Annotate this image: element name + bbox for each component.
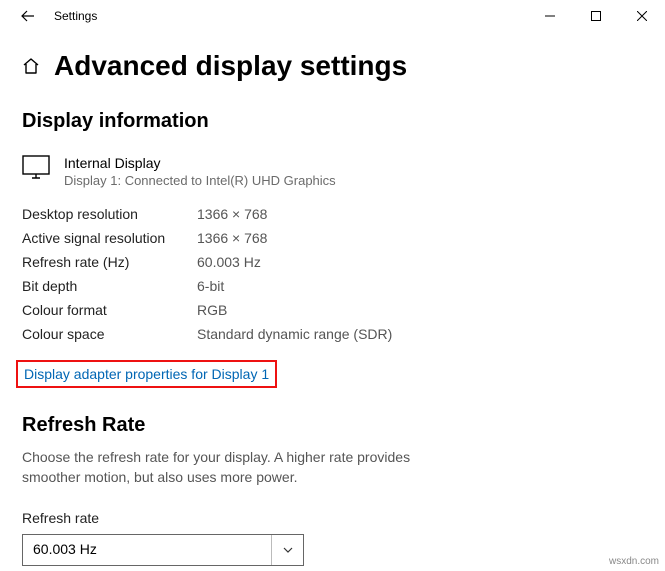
close-icon (637, 11, 647, 21)
refresh-rate-heading: Refresh Rate (22, 414, 643, 437)
desktop-resolution-label: Desktop resolution (22, 206, 197, 222)
active-resolution-value: 1366 × 768 (197, 230, 643, 246)
maximize-button[interactable] (573, 0, 619, 32)
adapter-link-highlight: Display adapter properties for Display 1 (16, 360, 277, 388)
page-title: Advanced display settings (54, 50, 407, 82)
active-resolution-label: Active signal resolution (22, 230, 197, 246)
refresh-rate-section: Refresh Rate Choose the refresh rate for… (22, 414, 643, 566)
display-name: Internal Display (64, 155, 336, 171)
colour-space-label: Colour space (22, 326, 197, 342)
close-button[interactable] (619, 0, 665, 32)
display-info-heading: Display information (22, 110, 643, 133)
content-area: Advanced display settings Display inform… (0, 32, 665, 566)
colour-space-value: Standard dynamic range (SDR) (197, 326, 643, 342)
watermark: wsxdn.com (609, 556, 659, 567)
window-title: Settings (48, 9, 527, 23)
minimize-icon (545, 11, 555, 21)
page-header: Advanced display settings (22, 50, 643, 82)
refresh-rate-selected: 60.003 Hz (23, 535, 271, 565)
refresh-rate-value: 60.003 Hz (197, 254, 643, 270)
display-connection: Display 1: Connected to Intel(R) UHD Gra… (64, 173, 336, 188)
refresh-rate-description: Choose the refresh rate for your display… (22, 447, 452, 488)
desktop-resolution-value: 1366 × 768 (197, 206, 643, 222)
monitor-icon (22, 155, 50, 179)
back-arrow-icon (20, 8, 36, 24)
titlebar: Settings (0, 0, 665, 32)
window-controls (527, 0, 665, 32)
refresh-rate-field-label: Refresh rate (22, 510, 643, 526)
colour-format-value: RGB (197, 302, 643, 318)
colour-format-label: Colour format (22, 302, 197, 318)
minimize-button[interactable] (527, 0, 573, 32)
refresh-rate-label: Refresh rate (Hz) (22, 254, 197, 270)
maximize-icon (591, 11, 601, 21)
chevron-down-icon (282, 544, 294, 556)
dropdown-arrow (271, 535, 303, 565)
back-button[interactable] (8, 0, 48, 32)
bit-depth-value: 6-bit (197, 278, 643, 294)
display-properties-grid: Desktop resolution 1366 × 768 Active sig… (22, 206, 643, 342)
bit-depth-label: Bit depth (22, 278, 197, 294)
home-icon[interactable] (22, 57, 40, 75)
display-info-header: Internal Display Display 1: Connected to… (22, 155, 643, 188)
refresh-rate-dropdown[interactable]: 60.003 Hz (22, 534, 304, 566)
display-adapter-link[interactable]: Display adapter properties for Display 1 (24, 366, 269, 382)
